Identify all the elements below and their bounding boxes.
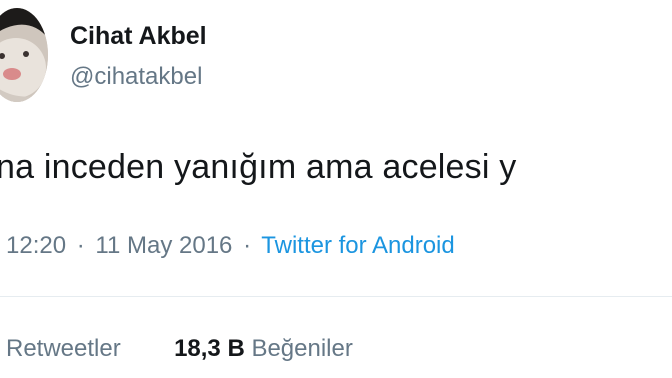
display-name[interactable]: Cihat Akbel xyxy=(70,22,207,51)
retweets-label[interactable]: Retweetler xyxy=(6,335,121,362)
avatar-cat-image xyxy=(0,8,48,102)
tweet-date[interactable]: 11 May 2016 xyxy=(95,232,232,259)
tweet-stats: Retweetler 18,3 B Beğeniler xyxy=(6,335,353,363)
likes-label[interactable]: Beğeniler xyxy=(251,335,352,362)
meta-separator: · xyxy=(76,232,85,259)
avatar[interactable] xyxy=(0,8,48,102)
tweet-meta: 12:20 · 11 May 2016 · Twitter for Androi… xyxy=(6,232,455,260)
likes-count[interactable]: 18,3 B xyxy=(174,335,245,362)
tweet-time[interactable]: 12:20 xyxy=(6,232,66,259)
divider xyxy=(0,296,672,297)
tweet-text: na inceden yanığım ama acelesi y xyxy=(0,148,517,186)
meta-separator: · xyxy=(243,232,252,259)
tweet-source-link[interactable]: Twitter for Android xyxy=(261,232,454,259)
user-handle[interactable]: @cihatakbel xyxy=(70,63,202,91)
tweet-card: Cihat Akbel @cihatakbel na inceden yanığ… xyxy=(0,0,672,378)
